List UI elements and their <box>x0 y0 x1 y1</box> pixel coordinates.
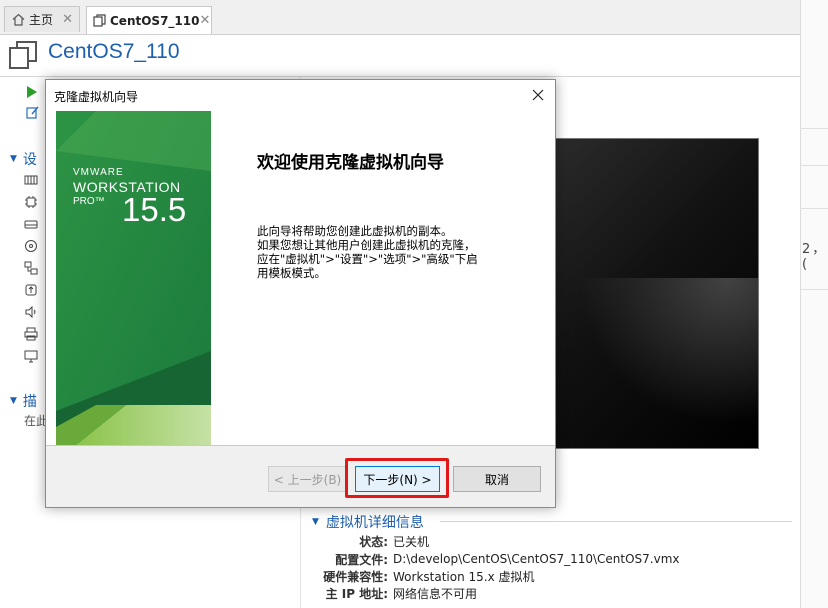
brand-edition: PRO™ <box>73 196 105 207</box>
clone-wizard-dialog: 克隆虚拟机向导 VMWARE WORKSTATION PRO™ 15.5 欢迎使… <box>45 79 556 508</box>
detail-row-status: 状态: 已关机 <box>310 532 429 550</box>
wizard-body-line: 如果您想让其他用户创建此虚拟机的克隆， <box>257 238 476 252</box>
network-adapter-icon[interactable] <box>24 261 38 275</box>
edit-icon <box>26 106 39 119</box>
back-button[interactable]: < 上一步(B) <box>268 466 347 492</box>
printer-icon[interactable] <box>24 327 38 341</box>
sound-card-icon[interactable] <box>24 305 38 319</box>
right-text-fragment: 2，( <box>802 242 828 272</box>
vm-icon <box>93 14 106 28</box>
tab-home[interactable]: 主页 ✕ <box>4 6 80 32</box>
detail-key: 配置文件: <box>335 552 388 567</box>
right-scroll-strip <box>800 0 828 608</box>
home-icon <box>11 13 25 27</box>
edit-settings-action[interactable] <box>26 103 39 121</box>
wizard-body: 此向导将帮助您创建此虚拟机的副本。 如果您想让其他用户创建此虚拟机的克隆， 应在… <box>257 224 497 280</box>
detail-key: 硬件兼容性: <box>323 569 388 584</box>
tab-vm[interactable]: CentOS7_110 ✕ <box>86 6 212 34</box>
wizard-body-line: 应在"虚拟机">"设置">"选项">"高级"下启 <box>257 252 478 266</box>
page-title: CentOS7_110 <box>48 40 180 63</box>
brand-vmware: VMWARE <box>73 167 124 178</box>
detail-value: 已关机 <box>393 534 430 549</box>
details-divider <box>440 521 792 522</box>
dialog-footer: < 上一步(B) 下一步(N) > 取消 <box>46 446 555 507</box>
detail-row-config: 配置文件: D:\develop\CentOS\CentOS7_110\Cent… <box>310 550 680 568</box>
vm-details-header[interactable]: ▼ 虚拟机详细信息 <box>312 512 424 532</box>
dialog-title: 克隆虚拟机向导 <box>54 90 139 104</box>
dialog-titlebar[interactable]: 克隆虚拟机向导 <box>46 80 555 110</box>
close-icon[interactable] <box>527 84 549 106</box>
collapse-triangle-icon: ▼ <box>10 154 17 164</box>
memory-icon[interactable] <box>24 173 38 187</box>
detail-key: 主 IP 地址: <box>325 586 388 601</box>
display-icon[interactable] <box>24 349 38 363</box>
tab-bar: 主页 ✕ CentOS7_110 ✕ <box>0 0 800 35</box>
collapse-triangle-icon: ▼ <box>10 396 17 406</box>
wizard-body-line: 此向导将帮助您创建此虚拟机的副本。 <box>257 224 453 238</box>
wizard-heading: 欢迎使用克隆虚拟机向导 <box>257 153 444 173</box>
vm-preview-thumbnail[interactable] <box>552 138 759 449</box>
tab-home-label: 主页 <box>29 13 54 27</box>
right-strip-cell <box>801 128 828 166</box>
close-icon[interactable]: ✕ <box>62 12 73 27</box>
next-button[interactable]: 下一步(N) > <box>355 466 440 492</box>
cd-dvd-icon[interactable] <box>24 239 38 253</box>
cancel-button[interactable]: 取消 <box>453 466 541 492</box>
usb-controller-icon[interactable] <box>24 283 38 297</box>
tab-vm-label: CentOS7_110 <box>110 13 200 28</box>
hard-disk-icon[interactable] <box>24 217 38 231</box>
detail-value: Workstation 15.x 虚拟机 <box>393 569 535 584</box>
detail-key: 状态: <box>359 534 388 549</box>
detail-value: D:\develop\CentOS\CentOS7_110\CentOS7.vm… <box>393 552 680 566</box>
banner-graphic <box>56 111 211 445</box>
brand-version: 15.5 <box>122 191 187 228</box>
power-on-action[interactable] <box>26 83 38 101</box>
vm-details-title: 虚拟机详细信息 <box>325 515 424 531</box>
detail-row-ip: 主 IP 地址: 网络信息不可用 <box>310 584 477 602</box>
close-icon[interactable]: ✕ <box>199 13 210 28</box>
devices-section-label: 设 <box>22 152 37 168</box>
collapse-triangle-icon: ▼ <box>312 517 319 527</box>
devices-section-header[interactable]: ▼ 设 <box>10 149 37 169</box>
description-section-label: 描 <box>22 394 37 410</box>
play-icon <box>27 86 37 98</box>
detail-value: 网络信息不可用 <box>393 586 478 601</box>
vmware-banner: VMWARE WORKSTATION PRO™ 15.5 <box>56 111 211 445</box>
vm-large-icon <box>8 40 38 70</box>
detail-row-compat: 硬件兼容性: Workstation 15.x 虚拟机 <box>310 567 535 585</box>
wizard-body-line: 用模板模式。 <box>257 266 326 280</box>
processor-icon[interactable] <box>24 195 38 209</box>
description-section-header[interactable]: ▼ 描 <box>10 391 37 411</box>
